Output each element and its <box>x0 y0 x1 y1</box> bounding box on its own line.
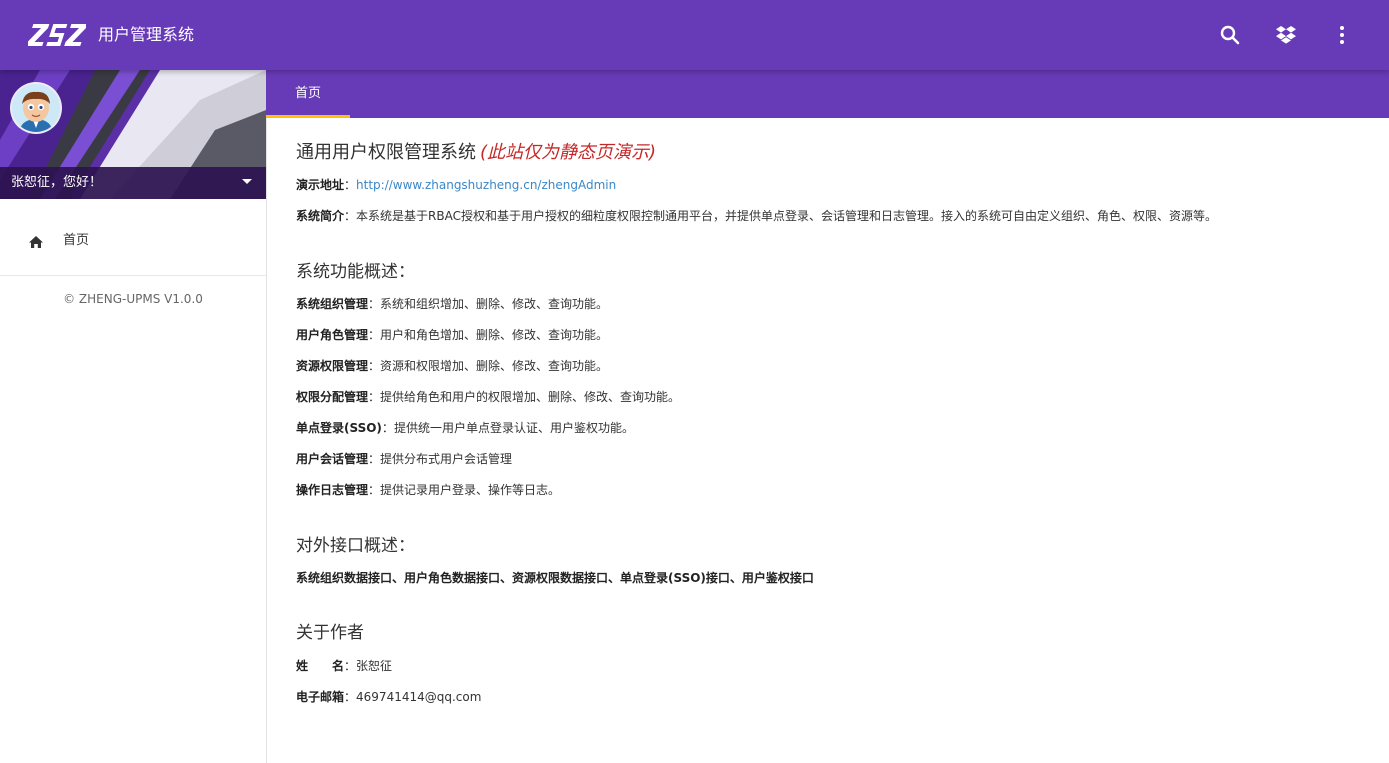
feature-text: 用户和角色增加、删除、修改、查询功能。 <box>380 328 609 342</box>
avatar[interactable] <box>12 84 60 132</box>
caret-down-icon <box>242 179 252 184</box>
feature-row: 用户会话管理：提供分布式用户会话管理 <box>296 452 513 466</box>
feature-row: 单点登录(SSO)：提供统一用户单点登录认证、用户鉴权功能。 <box>296 421 634 435</box>
author-email: 469741414@qq.com <box>356 690 482 704</box>
user-greeting: 张恕征，您好！ <box>11 175 103 190</box>
feature-text: 提供给角色和用户的权限增加、删除、修改、查询功能。 <box>380 390 681 404</box>
top-app-bar: 用户管理系统 <box>0 0 1389 70</box>
tab-label: 首页 <box>294 86 321 101</box>
feature-label: 用户会话管理 <box>296 452 369 466</box>
page-title: 通用用户权限管理系统 (此站仅为静态页演示) <box>296 141 656 165</box>
feature-label: 操作日志管理 <box>296 483 369 497</box>
feature-text: 系统和组织增加、删除、修改、查询功能。 <box>380 297 609 311</box>
intro-text: 本系统是基于RBAC授权和基于用户授权的细粒度权限控制通用平台，并提供单点登录、… <box>356 209 1217 223</box>
feature-row: 系统组织管理：系统和组织增加、删除、修改、查询功能。 <box>296 297 609 311</box>
author-name: 张恕征 <box>356 659 393 673</box>
sidebar: 张恕征，您好！ 首页 © ZHENG-UPMS V1.0.0 <box>0 70 267 763</box>
author-name-row: 姓 名：张恕征 <box>296 659 393 673</box>
dropbox-icon[interactable] <box>1274 23 1298 47</box>
features-heading: 系统功能概述： <box>296 262 415 282</box>
intro-row: 系统简介：本系统是基于RBAC授权和基于用户授权的细粒度权限控制通用平台，并提供… <box>296 209 1217 223</box>
active-tab-indicator <box>266 115 350 118</box>
zsz-logo <box>28 24 86 46</box>
author-heading: 关于作者 <box>296 623 364 643</box>
demo-note: (此站仅为静态页演示) <box>480 142 657 163</box>
feature-text: 提供记录用户登录、操作等日志。 <box>380 483 561 497</box>
tab-bar: 首页 <box>266 70 1389 118</box>
feature-label: 资源权限管理 <box>296 359 369 373</box>
sidebar-item-home[interactable]: 首页 <box>0 199 266 276</box>
demo-address-link[interactable]: http://www.zhangshuzheng.cn/zhengAdmin <box>356 178 616 192</box>
author-name-label: 姓 名 <box>296 659 345 673</box>
api-row: 系统组织数据接口、用户角色数据接口、资源权限数据接口、单点登录(SSO)接口、用… <box>296 569 814 587</box>
author-email-label: 电子邮箱 <box>296 690 345 704</box>
copyright: © ZHENG-UPMS V1.0.0 <box>63 292 203 306</box>
feature-text: 提供分布式用户会话管理 <box>380 452 513 466</box>
more-vert-icon[interactable] <box>1330 23 1354 47</box>
author-email-row: 电子邮箱：469741414@qq.com <box>296 690 482 704</box>
demo-address-row: 演示地址：http://www.zhangshuzheng.cn/zhengAd… <box>296 178 617 192</box>
feature-row: 操作日志管理：提供记录用户登录、操作等日志。 <box>296 483 561 497</box>
app-title: 用户管理系统 <box>98 25 195 44</box>
user-menu-toggle[interactable]: 张恕征，您好！ <box>0 167 266 199</box>
home-icon <box>29 236 43 248</box>
feature-label: 系统组织管理 <box>296 297 369 311</box>
profile-panel: 张恕征，您好！ <box>0 70 266 199</box>
api-text: 系统组织数据接口、用户角色数据接口、资源权限数据接口、单点登录(SSO)接口、用… <box>296 571 814 585</box>
feature-label: 用户角色管理 <box>296 328 369 342</box>
intro-label: 系统简介 <box>296 209 345 223</box>
feature-row: 权限分配管理：提供给角色和用户的权限增加、删除、修改、查询功能。 <box>296 390 681 404</box>
feature-text: 提供统一用户单点登录认证、用户鉴权功能。 <box>393 421 634 435</box>
feature-text: 资源和权限增加、删除、修改、查询功能。 <box>380 359 609 373</box>
search-icon[interactable] <box>1218 23 1242 47</box>
api-heading: 对外接口概述： <box>296 536 415 556</box>
feature-row: 资源权限管理：资源和权限增加、删除、修改、查询功能。 <box>296 359 609 373</box>
feature-label: 单点登录(SSO) <box>296 421 382 435</box>
demo-address-label: 演示地址 <box>296 178 345 192</box>
sidebar-item-label: 首页 <box>63 233 90 248</box>
feature-row: 用户角色管理：用户和角色增加、删除、修改、查询功能。 <box>296 328 609 342</box>
feature-label: 权限分配管理 <box>296 390 369 404</box>
tab-home[interactable]: 首页 <box>266 70 350 118</box>
page-title-text: 通用用户权限管理系统 <box>296 142 476 163</box>
